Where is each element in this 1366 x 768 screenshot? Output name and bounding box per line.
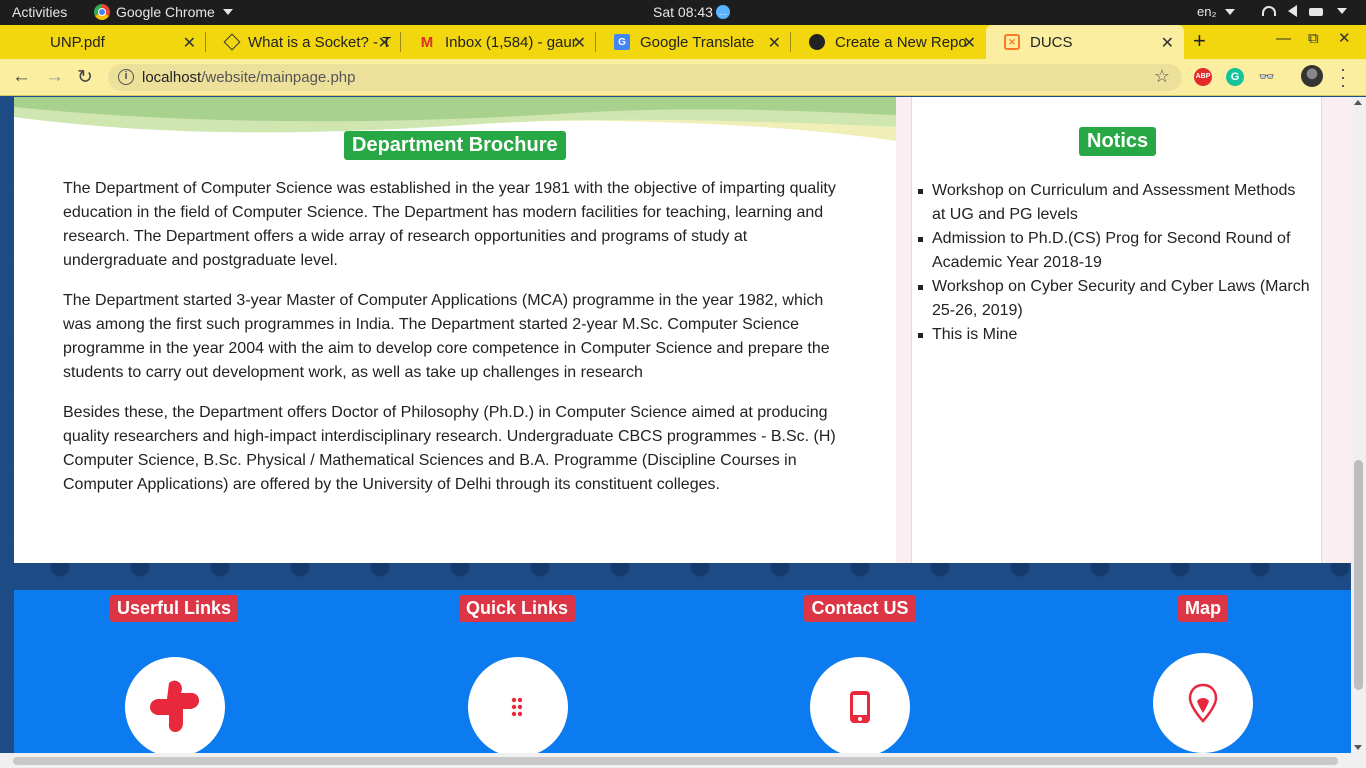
wifi-icon — [1262, 6, 1276, 16]
system-tray[interactable] — [1262, 5, 1347, 17]
footer-heading: Map — [1178, 595, 1228, 622]
divider — [1322, 97, 1351, 563]
chevron-down-icon — [1224, 8, 1235, 15]
close-icon[interactable]: ✕ — [768, 33, 781, 53]
notice-item[interactable]: This is Mine — [918, 323, 1312, 347]
scrollbar-thumb[interactable] — [13, 757, 1338, 765]
footer-column-map: Map — [1043, 590, 1351, 622]
brochure-paragraph: The Department started 3-year Master of … — [63, 292, 830, 381]
footer: Userful Links Quick Links Contact US Map — [14, 590, 1351, 753]
github-icon — [809, 34, 825, 50]
map-button[interactable] — [1153, 653, 1253, 753]
quick-links-button[interactable] — [468, 657, 568, 753]
tab-github[interactable]: Create a New Repo ✕ — [791, 25, 986, 59]
minimize-button[interactable]: — — [1276, 30, 1291, 47]
contact-us-button[interactable] — [810, 657, 910, 753]
input-language-menu[interactable]: en₂ — [1197, 4, 1235, 19]
back-button[interactable]: ← — [12, 66, 31, 88]
close-icon[interactable]: ✕ — [378, 33, 391, 53]
restore-button[interactable]: ⧉ — [1308, 30, 1319, 47]
close-icon[interactable]: ✕ — [1161, 33, 1174, 53]
url-host: localhost — [142, 69, 202, 86]
puzzle-plus-icon — [150, 680, 200, 732]
scrollbar-thumb[interactable] — [1354, 460, 1363, 690]
adblock-plus-icon[interactable]: ABP — [1194, 68, 1212, 86]
tab-ducs[interactable]: ✕ DUCS ✕ — [986, 25, 1184, 59]
close-icon[interactable]: ✕ — [573, 33, 586, 53]
brochure-paragraph: Besides these, the Department offers Doc… — [63, 404, 836, 493]
gmail-icon: M — [420, 33, 434, 51]
clock[interactable]: Sat 08:43 … — [653, 4, 730, 20]
page-viewport: Department Brochure The Department of Co… — [0, 97, 1351, 753]
useful-links-button[interactable] — [125, 657, 225, 753]
tab-socket[interactable]: What is a Socket? - T ✕ — [206, 25, 401, 59]
chevron-down-icon — [222, 9, 233, 15]
grammarly-icon[interactable]: G — [1226, 68, 1244, 86]
activities-button[interactable]: Activities — [12, 4, 67, 20]
menu-dots-icon[interactable]: · · · — [1340, 60, 1346, 94]
close-window-button[interactable]: ✕ — [1338, 29, 1351, 47]
notices-list: Workshop on Curriculum and Assessment Me… — [918, 179, 1312, 347]
avatar[interactable] — [1301, 65, 1323, 87]
main-content-card: Department Brochure The Department of Co… — [14, 97, 1351, 563]
battery-icon — [1309, 8, 1323, 16]
notice-item[interactable]: Workshop on Cyber Security and Cyber Law… — [918, 275, 1312, 323]
bookmark-star-icon[interactable]: ☆ — [1154, 66, 1170, 87]
footer-column-useful-links: Userful Links — [14, 590, 334, 622]
footer-column-contact-us: Contact US — [700, 590, 1020, 622]
notices-panel: Notics Workshop on Curriculum and Assess… — [911, 97, 1322, 563]
google-translate-icon: G — [614, 34, 630, 50]
dots-icon — [511, 697, 523, 717]
brochure-paragraph: The Department of Computer Science was e… — [63, 180, 836, 269]
scroll-up-icon[interactable] — [1354, 100, 1362, 105]
xampp-icon: ✕ — [1004, 34, 1020, 50]
browser-toolbar: ← → ↻ i localhost/website/mainpage.php ☆… — [0, 59, 1366, 96]
notice-item[interactable]: Workshop on Curriculum and Assessment Me… — [918, 179, 1312, 227]
scroll-down-icon[interactable] — [1354, 745, 1362, 750]
address-bar[interactable]: i localhost/website/mainpage.php ☆ — [108, 64, 1182, 91]
forward-button[interactable]: → — [45, 66, 64, 88]
clock-label: Sat 08:43 — [653, 4, 713, 20]
url-text[interactable]: localhost/website/mainpage.php — [142, 69, 355, 86]
brochure-text: The Department of Computer Science was e… — [63, 177, 853, 513]
new-tab-button[interactable]: + — [1193, 28, 1206, 54]
app-menu[interactable]: Google Chrome — [94, 4, 233, 20]
info-icon[interactable]: i — [118, 69, 134, 85]
footer-heading: Userful Links — [109, 595, 239, 622]
language-label: en₂ — [1197, 4, 1217, 19]
pdf-icon — [34, 34, 40, 50]
chevron-down-icon — [1337, 8, 1347, 14]
tab-gmail[interactable]: M Inbox (1,584) - gaur ✕ — [401, 25, 596, 59]
tab-strip: UNP.pdf ✕ What is a Socket? - T ✕ M Inbo… — [0, 25, 1366, 59]
app-menu-label: Google Chrome — [116, 4, 215, 20]
close-icon[interactable]: ✕ — [183, 33, 196, 53]
map-pin-icon — [1188, 683, 1218, 723]
footer-column-quick-links: Quick Links — [357, 590, 677, 622]
chat-notification-icon: … — [715, 5, 730, 19]
divider — [896, 97, 911, 563]
tab-google-translate[interactable]: G Google Translate ✕ — [596, 25, 791, 59]
brochure-title: Department Brochure — [344, 131, 566, 160]
horizontal-scrollbar[interactable] — [0, 753, 1366, 768]
reload-button[interactable]: ↻ — [77, 66, 93, 89]
footer-heading: Quick Links — [458, 595, 576, 622]
mobile-phone-icon — [850, 691, 870, 723]
tab-unp-pdf[interactable]: UNP.pdf ✕ — [16, 25, 206, 59]
notices-title: Notics — [1079, 127, 1157, 156]
notice-item[interactable]: Admission to Ph.D.(CS) Prog for Second R… — [918, 227, 1312, 275]
url-path: /website/mainpage.php — [201, 69, 356, 86]
vertical-scrollbar[interactable] — [1351, 97, 1366, 753]
footer-heading: Contact US — [804, 595, 916, 622]
glasses-extension-icon[interactable]: 👓 — [1258, 68, 1276, 86]
close-icon[interactable]: ✕ — [963, 33, 976, 53]
system-top-bar: Activities Google Chrome Sat 08:43 … en₂ — [0, 0, 1366, 25]
chrome-icon — [94, 4, 110, 20]
socket-site-icon — [223, 33, 241, 51]
volume-icon — [1288, 5, 1297, 17]
